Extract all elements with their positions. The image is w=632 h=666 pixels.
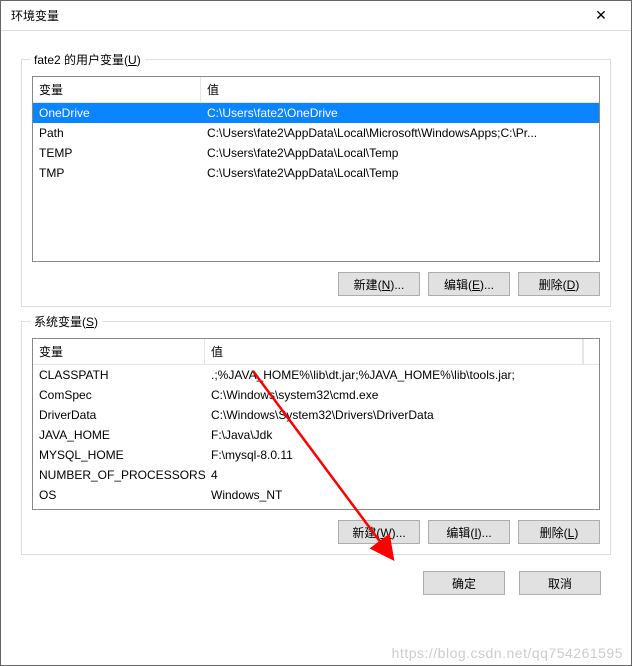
var-value: C:\Users\fate2\AppData\Local\Temp [201, 163, 599, 183]
var-name: MYSQL_HOME [33, 445, 205, 465]
sys-vars-body[interactable]: CLASSPATH.;%JAVA_HOME%\lib\dt.jar;%JAVA_… [33, 365, 599, 509]
table-row[interactable]: PathC:\Users\fate2\AppData\Local\Microso… [33, 123, 599, 143]
var-name: OS [33, 485, 205, 505]
close-icon[interactable]: ✕ [581, 7, 621, 24]
sys-vars-buttons: 新建(W)... 编辑(I)... 删除(L) [32, 520, 600, 544]
titlebar: 环境变量 ✕ [1, 1, 631, 31]
table-row[interactable]: ComSpecC:\Windows\system32\cmd.exe [33, 385, 599, 405]
var-value: 4 [205, 465, 599, 485]
table-header: 变量 值 [33, 77, 599, 103]
sys-vars-label: 系统变量(S) [30, 313, 102, 330]
var-name: JAVA_HOME [33, 425, 205, 445]
window-title: 环境变量 [11, 7, 59, 24]
user-vars-buttons: 新建(N)... 编辑(E)... 删除(D) [32, 272, 600, 296]
sys-vars-table: 变量 值 CLASSPATH.;%JAVA_HOME%\lib\dt.jar;%… [32, 338, 600, 510]
user-vars-body[interactable]: OneDriveC:\Users\fate2\OneDrivePathC:\Us… [33, 103, 599, 261]
var-value: C:\Users\fate2\AppData\Local\Microsoft\W… [201, 123, 599, 143]
table-row[interactable]: MYSQL_HOMEF:\mysql-8.0.11 [33, 445, 599, 465]
user-vars-group: fate2 的用户变量(U) 变量 值 OneDriveC:\Users\fat… [21, 59, 611, 307]
table-row[interactable]: JAVA_HOMEF:\Java\Jdk [33, 425, 599, 445]
var-name: Path [33, 123, 201, 143]
dialog-footer: 确定 取消 [1, 555, 631, 611]
table-row[interactable]: DriverDataC:\Windows\System32\Drivers\Dr… [33, 405, 599, 425]
var-name: NUMBER_OF_PROCESSORS [33, 465, 205, 485]
col-header-value[interactable]: 值 [205, 339, 583, 364]
var-name: OneDrive [33, 103, 201, 123]
edit-user-var-button[interactable]: 编辑(E)... [428, 272, 510, 296]
col-header-variable[interactable]: 变量 [33, 77, 201, 102]
user-vars-label: fate2 的用户变量(U) [30, 51, 145, 68]
content: fate2 的用户变量(U) 变量 值 OneDriveC:\Users\fat… [1, 31, 631, 555]
var-value: C:\Windows\System32\Drivers\DriverData [205, 405, 599, 425]
user-vars-table: 变量 值 OneDriveC:\Users\fate2\OneDrivePath… [32, 76, 600, 262]
scrollbar-spacer [583, 339, 599, 364]
var-name: TMP [33, 163, 201, 183]
watermark: https://blog.csdn.net/qq754261595 [392, 645, 623, 661]
ok-button[interactable]: 确定 [423, 571, 505, 595]
var-value: F:\Java\Jdk [205, 425, 599, 445]
table-row[interactable]: OneDriveC:\Users\fate2\OneDrive [33, 103, 599, 123]
col-header-value[interactable]: 值 [201, 77, 599, 102]
delete-sys-var-button[interactable]: 删除(L) [518, 520, 600, 544]
var-value: F:\mysql-8.0.11 [205, 445, 599, 465]
env-vars-dialog: 环境变量 ✕ fate2 的用户变量(U) 变量 值 OneDriveC:\Us… [0, 0, 632, 666]
table-row[interactable]: CLASSPATH.;%JAVA_HOME%\lib\dt.jar;%JAVA_… [33, 365, 599, 385]
var-name: CLASSPATH [33, 365, 205, 385]
table-row[interactable]: TEMPC:\Users\fate2\AppData\Local\Temp [33, 143, 599, 163]
var-value: C:\Users\fate2\AppData\Local\Temp [201, 143, 599, 163]
cancel-button[interactable]: 取消 [519, 571, 601, 595]
delete-user-var-button[interactable]: 删除(D) [518, 272, 600, 296]
table-row[interactable]: OSWindows_NT [33, 485, 599, 505]
col-header-variable[interactable]: 变量 [33, 339, 205, 364]
sys-vars-group: 系统变量(S) 变量 值 CLASSPATH.;%JAVA_HOME%\lib\… [21, 321, 611, 555]
var-value: .;%JAVA_HOME%\lib\dt.jar;%JAVA_HOME%\lib… [205, 365, 599, 385]
var-name: DriverData [33, 405, 205, 425]
var-name: ComSpec [33, 385, 205, 405]
table-row[interactable]: NUMBER_OF_PROCESSORS4 [33, 465, 599, 485]
new-sys-var-button[interactable]: 新建(W)... [338, 520, 420, 544]
table-header: 变量 值 [33, 339, 599, 365]
new-user-var-button[interactable]: 新建(N)... [338, 272, 420, 296]
table-row[interactable]: TMPC:\Users\fate2\AppData\Local\Temp [33, 163, 599, 183]
edit-sys-var-button[interactable]: 编辑(I)... [428, 520, 510, 544]
var-value: C:\Users\fate2\OneDrive [201, 103, 599, 123]
var-name: TEMP [33, 143, 201, 163]
var-value: Windows_NT [205, 485, 599, 505]
var-value: C:\Windows\system32\cmd.exe [205, 385, 599, 405]
